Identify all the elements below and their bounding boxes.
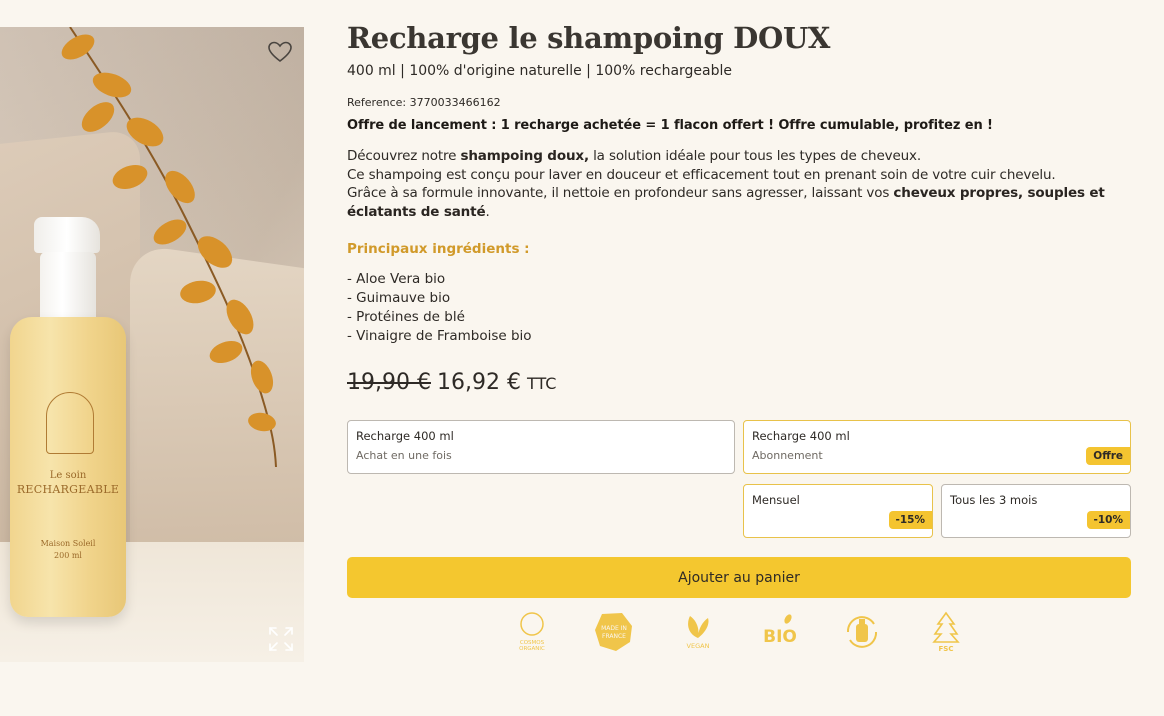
product-image: Le soin RECHARGEABLE Maison Soleil 200 m…: [0, 27, 304, 662]
price: 19,90 € 16,92 € TTC: [347, 370, 1131, 395]
recharge-icon: [840, 610, 884, 654]
bio-icon: BIO: [758, 610, 802, 654]
price-suffix: TTC: [526, 373, 557, 393]
option-subscription[interactable]: Recharge 400 ml Abonnement Offre: [743, 420, 1131, 474]
offer-badge: Offre: [1086, 447, 1130, 465]
list-item: - Aloe Vera bio: [347, 270, 446, 287]
product-reference: Reference: 3770033466162: [347, 96, 501, 109]
bottle: [10, 317, 126, 617]
promo-text: Offre de lancement : 1 recharge achetée …: [347, 118, 993, 133]
discount-badge: -15%: [888, 511, 932, 529]
discount-badge: -10%: [1086, 511, 1130, 529]
ingredients-list: - Aloe Vera bio - Guimauve bio - Protéin…: [347, 270, 1131, 346]
bottle-pump: [34, 217, 100, 253]
product-title: Recharge le shampoing DOUX: [347, 21, 831, 55]
svg-text:ORGANIC: ORGANIC: [519, 646, 545, 652]
svg-text:MADE IN: MADE IN: [601, 625, 627, 632]
svg-text:BIO: BIO: [763, 627, 797, 647]
option-monthly[interactable]: Mensuel -15%: [743, 484, 933, 538]
fsc-icon: FSC: [924, 610, 968, 654]
bottle-brand: Maison Soleil: [40, 539, 96, 548]
product-description: Découvrez notre shampoing doux, la solut…: [347, 148, 1105, 221]
expand-icon[interactable]: [268, 626, 294, 652]
bottle-label-line1: Le soin: [49, 470, 87, 481]
option-one-time[interactable]: Recharge 400 ml Achat en une fois: [347, 420, 735, 474]
heart-icon[interactable]: [267, 39, 293, 65]
svg-text:FSC: FSC: [939, 645, 954, 653]
list-item: - Protéines de blé: [347, 308, 465, 325]
svg-text:FRANCE: FRANCE: [602, 633, 626, 640]
option-quarterly[interactable]: Tous les 3 mois -10%: [941, 484, 1131, 538]
add-to-cart-button[interactable]: Ajouter au panier: [347, 557, 1131, 598]
old-price: 19,90 €: [347, 369, 431, 395]
cosmos-organic-icon: COSMOS ORGANIC: [510, 610, 554, 654]
made-in-france-icon: MADE IN FRANCE: [592, 610, 636, 654]
ingredients-title: Principaux ingrédients :: [347, 240, 530, 257]
current-price: 16,92 €: [436, 369, 521, 395]
bottle-volume: 200 ml: [54, 551, 82, 560]
bottle-neck: [40, 252, 96, 322]
svg-text:VEGAN: VEGAN: [687, 642, 710, 650]
list-item: - Vinaigre de Framboise bio: [347, 327, 532, 344]
bottle-label-line2: RECHARGEABLE: [16, 483, 120, 496]
certification-labels: COSMOS ORGANIC MADE IN FRANCE VEGAN BIO FS…: [510, 610, 970, 654]
product-subtitle: 400 ml | 100% d'origine naturelle | 100%…: [347, 63, 732, 79]
product-info: Recharge le shampoing DOUX 400 ml | 100%…: [347, 18, 1131, 395]
vegan-icon: VEGAN: [676, 610, 720, 654]
sun-logo-icon: [46, 392, 94, 454]
list-item: - Guimauve bio: [347, 289, 451, 306]
